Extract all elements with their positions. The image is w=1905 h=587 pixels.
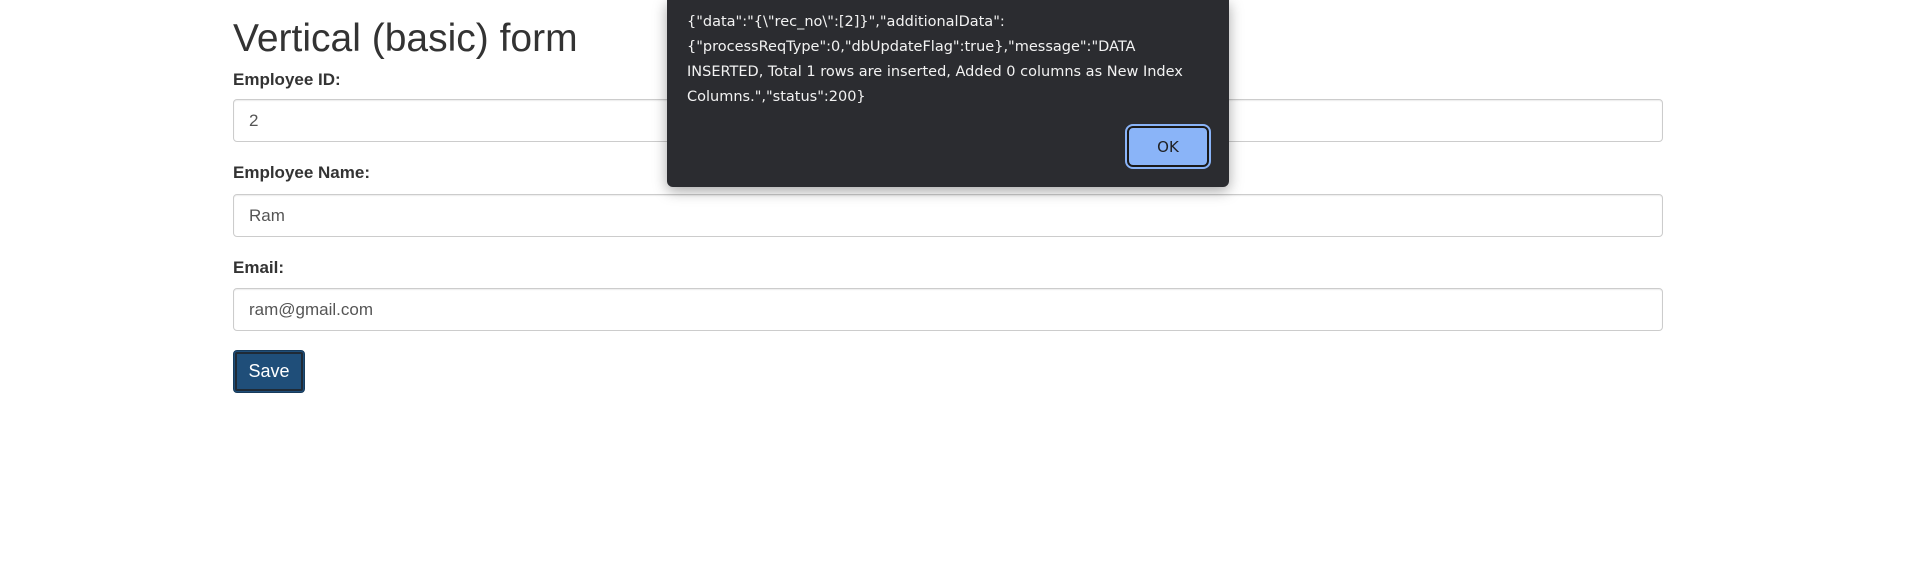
email-label: Email:: [233, 258, 285, 277]
alert-message: {"data":"{\"rec_no\":[2]}","additionalDa…: [687, 14, 1183, 105]
employee-name-input[interactable]: [233, 194, 1663, 237]
email-input[interactable]: [233, 288, 1663, 331]
save-button[interactable]: Save: [233, 350, 305, 393]
page: Vertical (basic) form Employee ID: Emplo…: [0, 0, 1905, 587]
email-group: Email:: [233, 258, 1663, 331]
ok-button[interactable]: OK: [1125, 124, 1211, 169]
alert-dialog: {"data":"{\"rec_no\":[2]}","additionalDa…: [667, 0, 1229, 187]
alert-footer: OK: [1125, 124, 1211, 169]
